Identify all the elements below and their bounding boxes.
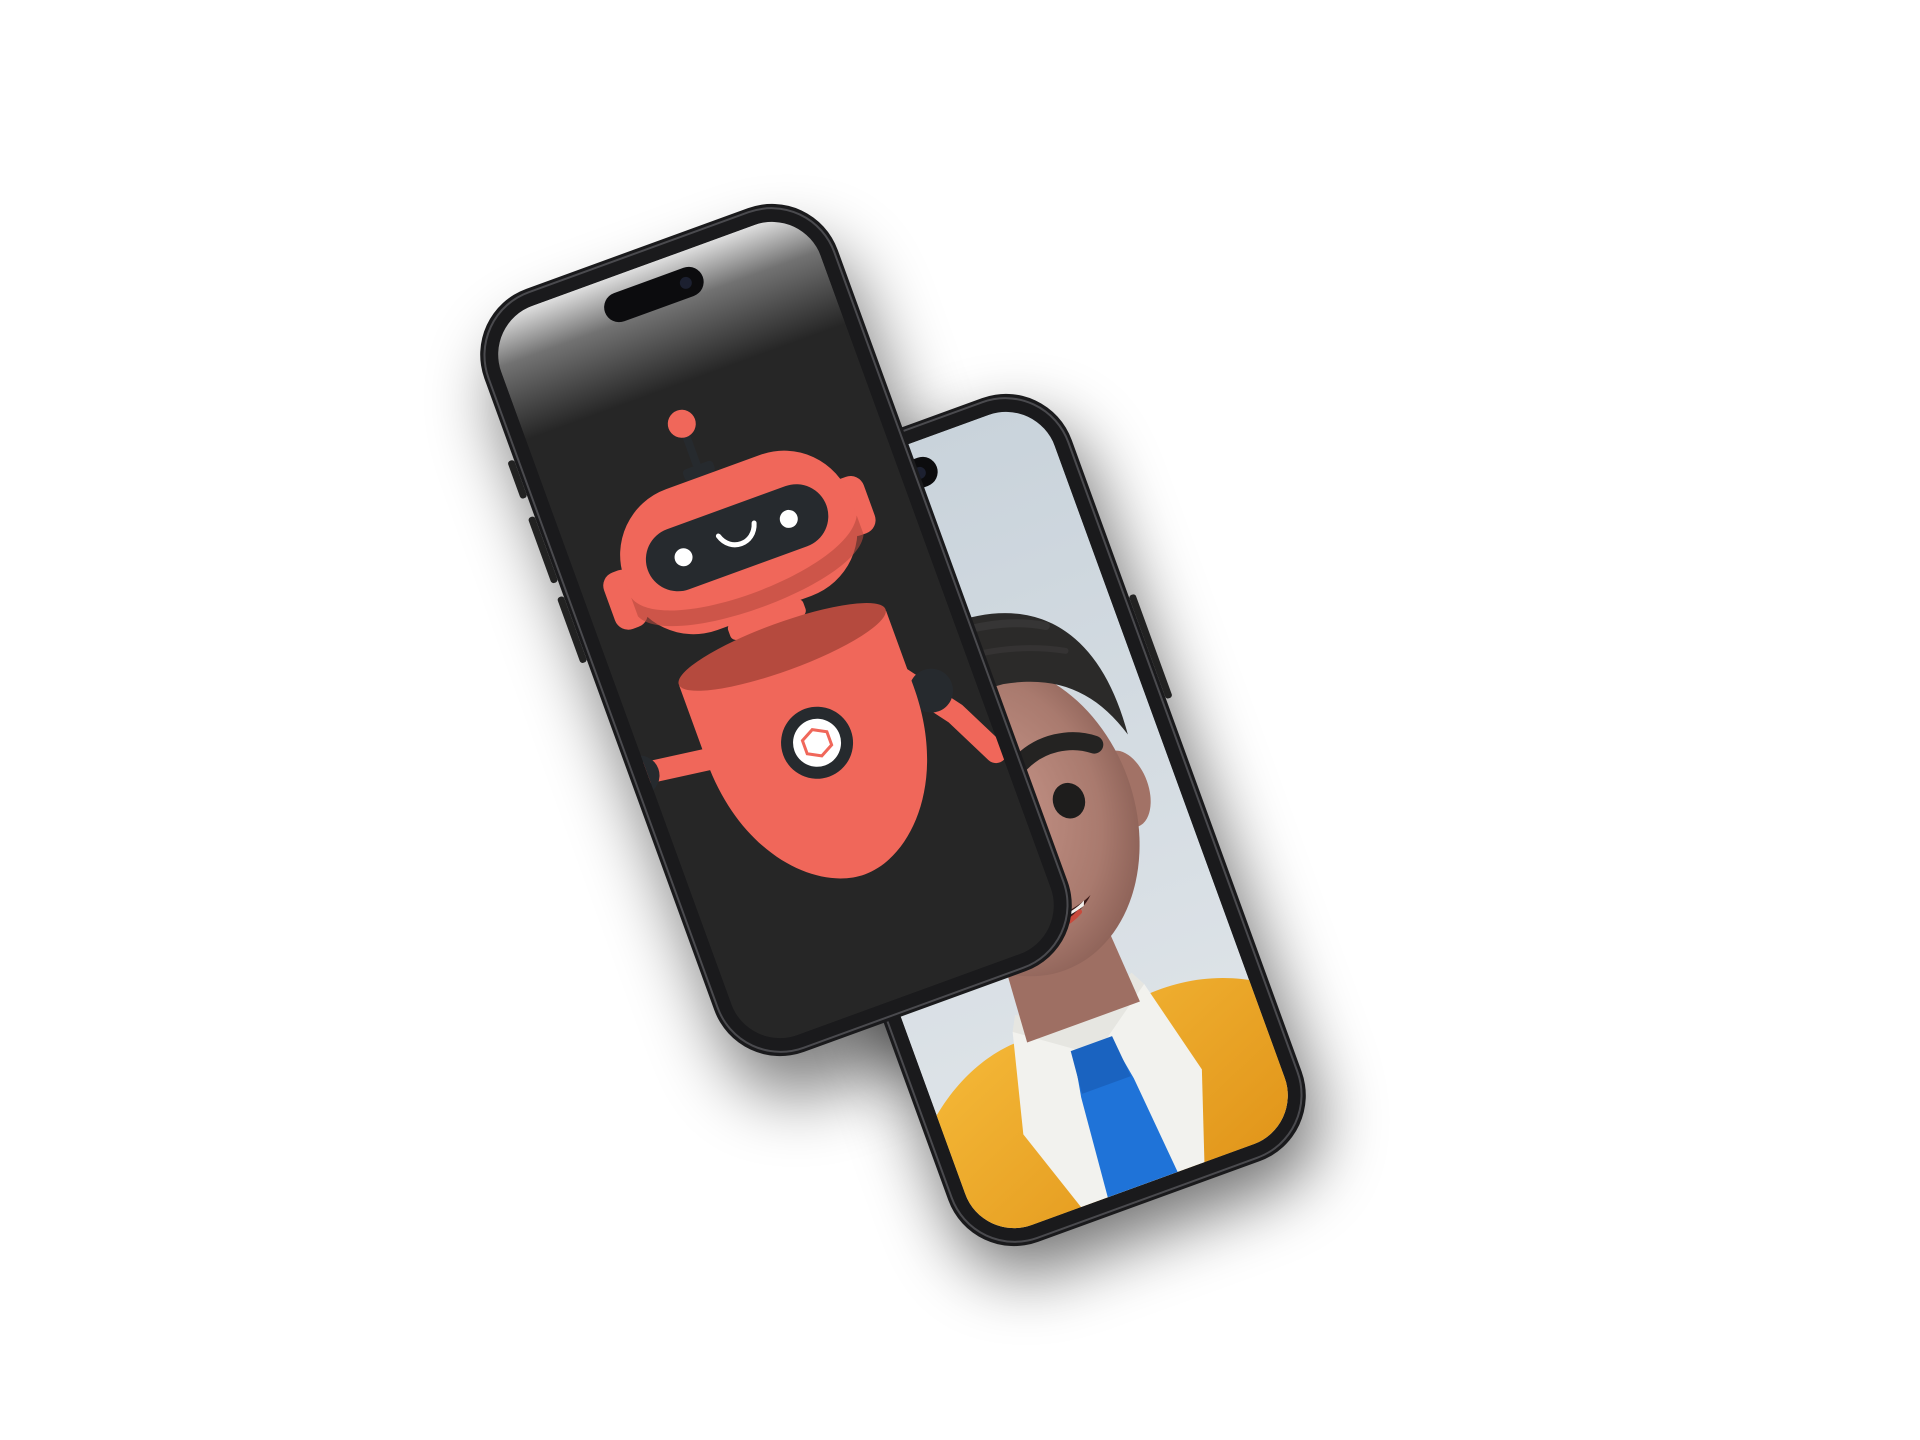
mockup-scene — [0, 0, 1920, 1440]
mockup-svg — [480, 203, 1319, 1274]
